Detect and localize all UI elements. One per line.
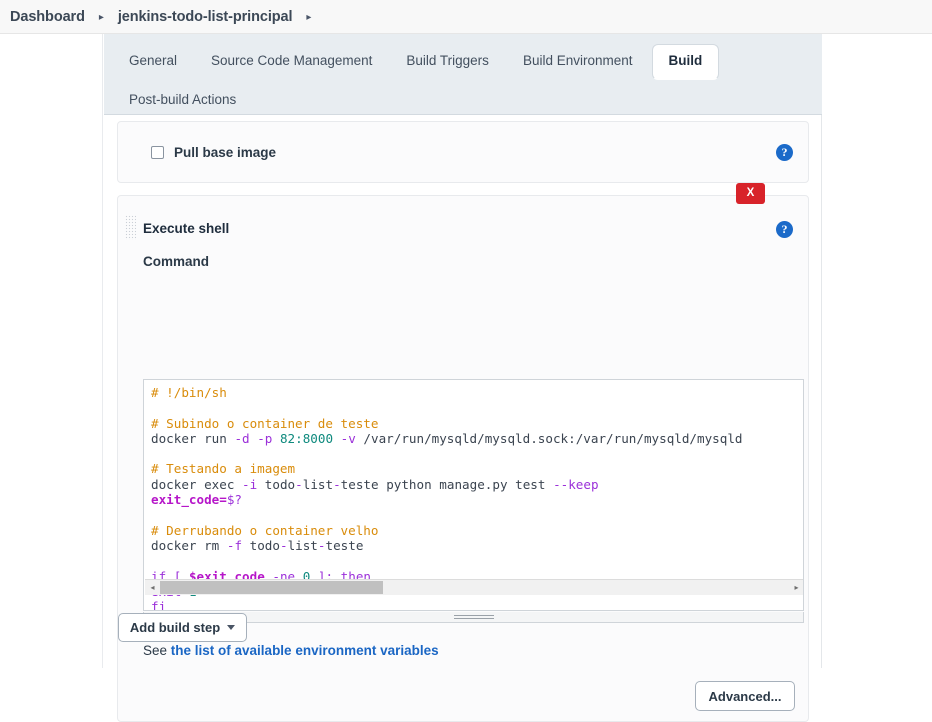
sidebar-rail (0, 34, 103, 668)
tab-build-triggers[interactable]: Build Triggers (391, 44, 504, 79)
execute-shell-title: Execute shell (143, 221, 230, 236)
tab-build-environment[interactable]: Build Environment (508, 44, 648, 79)
tab-build[interactable]: Build (651, 44, 720, 80)
tab-row-primary: General Source Code Management Build Tri… (112, 44, 822, 80)
breadcrumb-item-dashboard[interactable]: Dashboard (10, 9, 85, 25)
breadcrumb: Dashboard ▸ jenkins-todo-list-principal … (0, 0, 932, 34)
pull-base-image-block: Pull base image ? (117, 121, 809, 183)
command-editor-wrapper: # !/bin/sh # Subindo o container de test… (143, 379, 804, 631)
drag-handle-icon[interactable] (125, 215, 136, 240)
tab-source-code-management[interactable]: Source Code Management (196, 44, 387, 79)
config-tab-strip: General Source Code Management Build Tri… (104, 34, 822, 115)
command-code-editor[interactable]: # !/bin/sh # Subindo o container de test… (143, 379, 804, 611)
scroll-left-arrow-icon[interactable]: ◂ (145, 580, 160, 595)
scrollbar-thumb[interactable] (160, 581, 383, 594)
command-code-text[interactable]: # !/bin/sh # Subindo o container de test… (151, 385, 743, 610)
advanced-button[interactable]: Advanced... (695, 681, 795, 711)
tab-general[interactable]: General (114, 44, 192, 79)
add-build-step-button[interactable]: Add build step (118, 613, 247, 642)
env-hint-prefix: See (143, 643, 171, 658)
scrollbar-track[interactable] (160, 581, 789, 594)
pull-base-image-checkbox[interactable] (151, 145, 164, 159)
tab-row-secondary: Post-build Actions (112, 83, 822, 118)
environment-variables-hint: See the list of available environment va… (143, 643, 439, 658)
execute-shell-block: Execute shell X ? Command # !/bin/sh # S… (117, 183, 809, 722)
delete-build-step-button[interactable]: X (736, 183, 765, 204)
editor-horizontal-scrollbar[interactable]: ◂ ▸ (145, 579, 803, 595)
help-icon[interactable]: ? (776, 221, 793, 238)
scroll-right-arrow-icon[interactable]: ▸ (789, 580, 803, 595)
command-label: Command (143, 254, 210, 269)
breadcrumb-item-job[interactable]: jenkins-todo-list-principal (118, 9, 293, 25)
help-icon[interactable]: ? (776, 144, 793, 161)
build-config-panel: Pull base image ? Execute shell X ? Comm… (104, 115, 822, 722)
breadcrumb-separator-icon: ▸ (98, 12, 104, 23)
pull-base-image-label: Pull base image (174, 144, 277, 160)
tab-post-build-actions[interactable]: Post-build Actions (114, 83, 251, 118)
add-build-step-label: Add build step (129, 620, 221, 635)
chevron-down-icon (227, 625, 236, 630)
environment-variables-link[interactable]: the list of available environment variab… (171, 643, 439, 658)
breadcrumb-dropdown-icon[interactable]: ▸ (292, 12, 325, 23)
